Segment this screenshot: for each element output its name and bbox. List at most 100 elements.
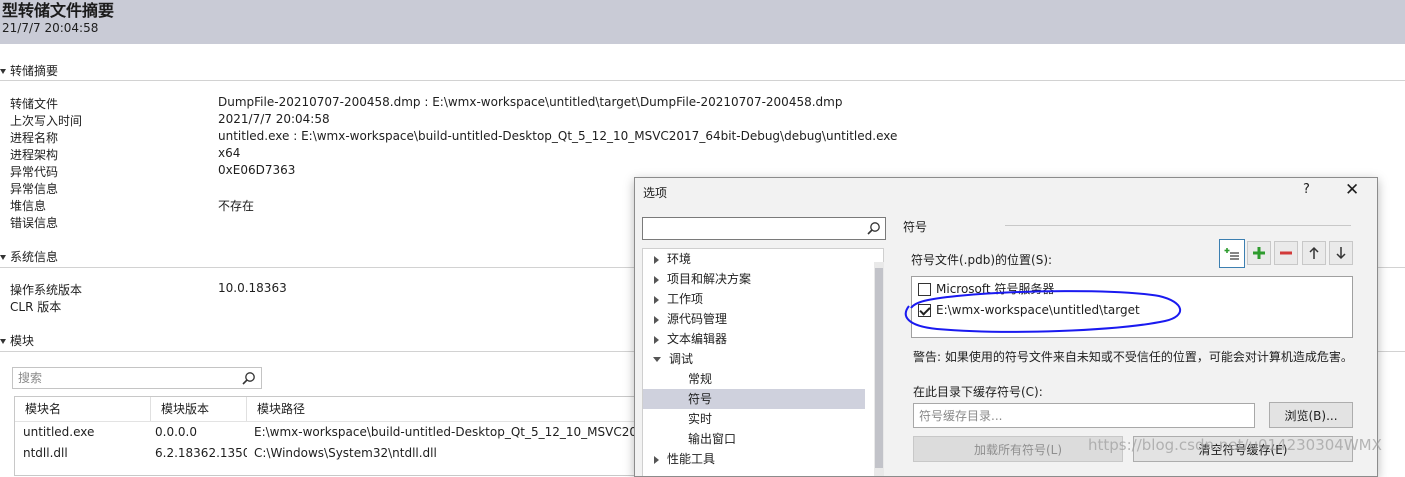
row-value: DumpFile-20210707-200458.dmp : E:\wmx-wo… — [218, 95, 843, 109]
tree-item-label: 调试 — [669, 352, 694, 366]
row-label: 堆信息 — [10, 199, 47, 213]
minus-icon — [1280, 251, 1292, 255]
system-info-title: 系统信息 — [10, 250, 59, 264]
move-down-button[interactable] — [1329, 241, 1353, 265]
arrow-down-icon — [1336, 247, 1346, 260]
add-list-icon — [1224, 247, 1239, 260]
system-info-header[interactable]: 系统信息 — [0, 248, 58, 265]
tree-item-label: 工作项 — [667, 292, 704, 306]
collapse-triangle-icon — [0, 69, 6, 74]
group-title: 符号 — [903, 220, 928, 234]
tree-item-text-editor[interactable]: 文本编辑器 — [643, 329, 865, 349]
cell-module-name: ntdll.dll — [23, 446, 68, 460]
row-value: 0xE06D7363 — [218, 163, 296, 177]
symbol-locations-label: 符号文件(.pdb)的位置(S): — [911, 253, 1053, 267]
chevron-right-icon — [654, 315, 659, 324]
cache-directory-box[interactable] — [913, 403, 1255, 428]
tree-item-just-in-time[interactable]: 实时 — [643, 409, 865, 429]
move-up-button[interactable] — [1302, 241, 1326, 265]
row-label: 进程架构 — [10, 148, 59, 162]
options-dialog: 选项 ? ✕ 环境 项目和解决方案 工作项 源代码管理 文本编辑器 调试 常规 … — [634, 177, 1378, 477]
cell-module-path: C:\Windows\System32\ntdll.dll — [254, 446, 437, 460]
tree-scrollbar-thumb[interactable] — [875, 268, 883, 468]
row-label: 异常代码 — [10, 165, 59, 179]
dialog-title: 选项 — [643, 186, 668, 200]
column-header-module-path[interactable]: 模块路径 — [247, 397, 667, 421]
column-header-module-name[interactable]: 模块名 — [15, 397, 151, 421]
chevron-right-icon — [654, 455, 659, 464]
section-divider — [0, 80, 1405, 81]
row-value: untitled.exe : E:\wmx-workspace\build-un… — [218, 129, 898, 143]
tree-item-debugging[interactable]: 调试 — [643, 349, 865, 369]
cell-module-version: 0.0.0.0 — [155, 425, 197, 439]
collapse-triangle-icon — [0, 255, 6, 260]
arrow-up-icon — [1309, 246, 1319, 259]
tree-item-label: 符号 — [688, 392, 713, 406]
tree-item-work-items[interactable]: 工作项 — [643, 289, 865, 309]
row-label: 转储文件 — [10, 97, 59, 111]
collapse-triangle-icon — [0, 339, 6, 344]
tree-item-label: 性能工具 — [667, 452, 716, 466]
add-from-list-button[interactable] — [1219, 239, 1245, 268]
document-header: 型转储文件摘要 21/7/7 20:04:58 — [0, 0, 1405, 44]
column-header-module-version[interactable]: 模块版本 — [151, 397, 247, 421]
row-label: 上次写入时间 — [10, 114, 83, 128]
chevron-down-icon — [653, 357, 661, 362]
tree-item-source-control[interactable]: 源代码管理 — [643, 309, 865, 329]
modules-header[interactable]: 模块 — [0, 332, 34, 349]
tree-item-symbols[interactable]: 符号 — [643, 389, 865, 409]
cache-directory-input[interactable] — [914, 404, 1250, 427]
chevron-right-icon — [654, 335, 659, 344]
group-divider — [1005, 225, 1351, 226]
help-button[interactable]: ? — [1303, 182, 1310, 197]
cell-module-name: untitled.exe — [23, 425, 95, 439]
tree-item-performance-tools[interactable]: 性能工具 — [643, 449, 865, 469]
options-tree: 环境 项目和解决方案 工作项 源代码管理 文本编辑器 调试 常规 符号 实时 输… — [642, 248, 884, 476]
options-search-box[interactable] — [642, 217, 886, 240]
row-value: 2021/7/7 20:04:58 — [218, 112, 330, 126]
dump-summary-title: 转储摘要 — [10, 64, 59, 78]
row-value: 不存在 — [218, 199, 255, 213]
chevron-right-icon — [654, 275, 659, 284]
cell-module-version: 6.2.18362.1350 — [155, 446, 247, 460]
chevron-right-icon — [654, 295, 659, 304]
dump-summary-header[interactable]: 转储摘要 — [0, 62, 58, 79]
cache-directory-label: 在此目录下缓存符号(C): — [913, 385, 1043, 399]
tree-item-general[interactable]: 常规 — [643, 369, 865, 389]
row-label: 进程名称 — [10, 131, 59, 145]
tree-item-label: 常规 — [688, 372, 713, 386]
modules-search-box[interactable] — [12, 367, 262, 389]
modules-table: 模块名 模块版本 模块路径 untitled.exe 0.0.0.0 E:\wm… — [14, 396, 655, 476]
tree-item-environment[interactable]: 环境 — [643, 249, 865, 269]
browse-button[interactable]: 浏览(B)... — [1269, 402, 1353, 428]
options-search-input[interactable] — [643, 218, 857, 239]
row-label: CLR 版本 — [10, 300, 62, 314]
close-button[interactable]: ✕ — [1345, 180, 1359, 200]
tree-item-output-window[interactable]: 输出窗口 — [643, 429, 865, 449]
row-label: 错误信息 — [10, 216, 59, 230]
page-title: 型转储文件摘要 — [2, 1, 115, 20]
security-warning: 警告: 如果使用的符号文件来自未知或不受信任的位置，可能会对计算机造成危害。 — [913, 350, 1353, 364]
remove-location-button[interactable] — [1274, 241, 1298, 265]
add-location-button[interactable] — [1247, 241, 1271, 265]
tree-item-label: 项目和解决方案 — [667, 272, 752, 286]
tree-scrollbar[interactable] — [874, 262, 884, 476]
search-icon[interactable] — [241, 371, 256, 386]
row-label: 异常信息 — [10, 182, 59, 196]
watermark-text: https://blog.csdn.net/u014230304WMX — [1088, 436, 1382, 454]
row-value: x64 — [218, 146, 241, 160]
modules-search-input[interactable] — [13, 368, 233, 388]
page-date: 21/7/7 20:04:58 — [2, 21, 99, 35]
chevron-right-icon — [654, 255, 659, 264]
tree-item-label: 实时 — [688, 412, 713, 426]
plus-icon — [1253, 247, 1265, 259]
tree-item-label: 源代码管理 — [667, 312, 728, 326]
annotation-ellipse-icon — [904, 290, 1181, 333]
tree-item-label: 文本编辑器 — [667, 332, 728, 346]
cell-module-path: E:\wmx-workspace\build-untitled-Desktop_… — [254, 425, 653, 439]
search-icon[interactable] — [866, 221, 881, 236]
row-label: 操作系统版本 — [10, 283, 83, 297]
tree-item-projects-and-solutions[interactable]: 项目和解决方案 — [643, 269, 865, 289]
tree-item-label: 环境 — [667, 252, 692, 266]
tree-item-label: 输出窗口 — [688, 432, 737, 446]
